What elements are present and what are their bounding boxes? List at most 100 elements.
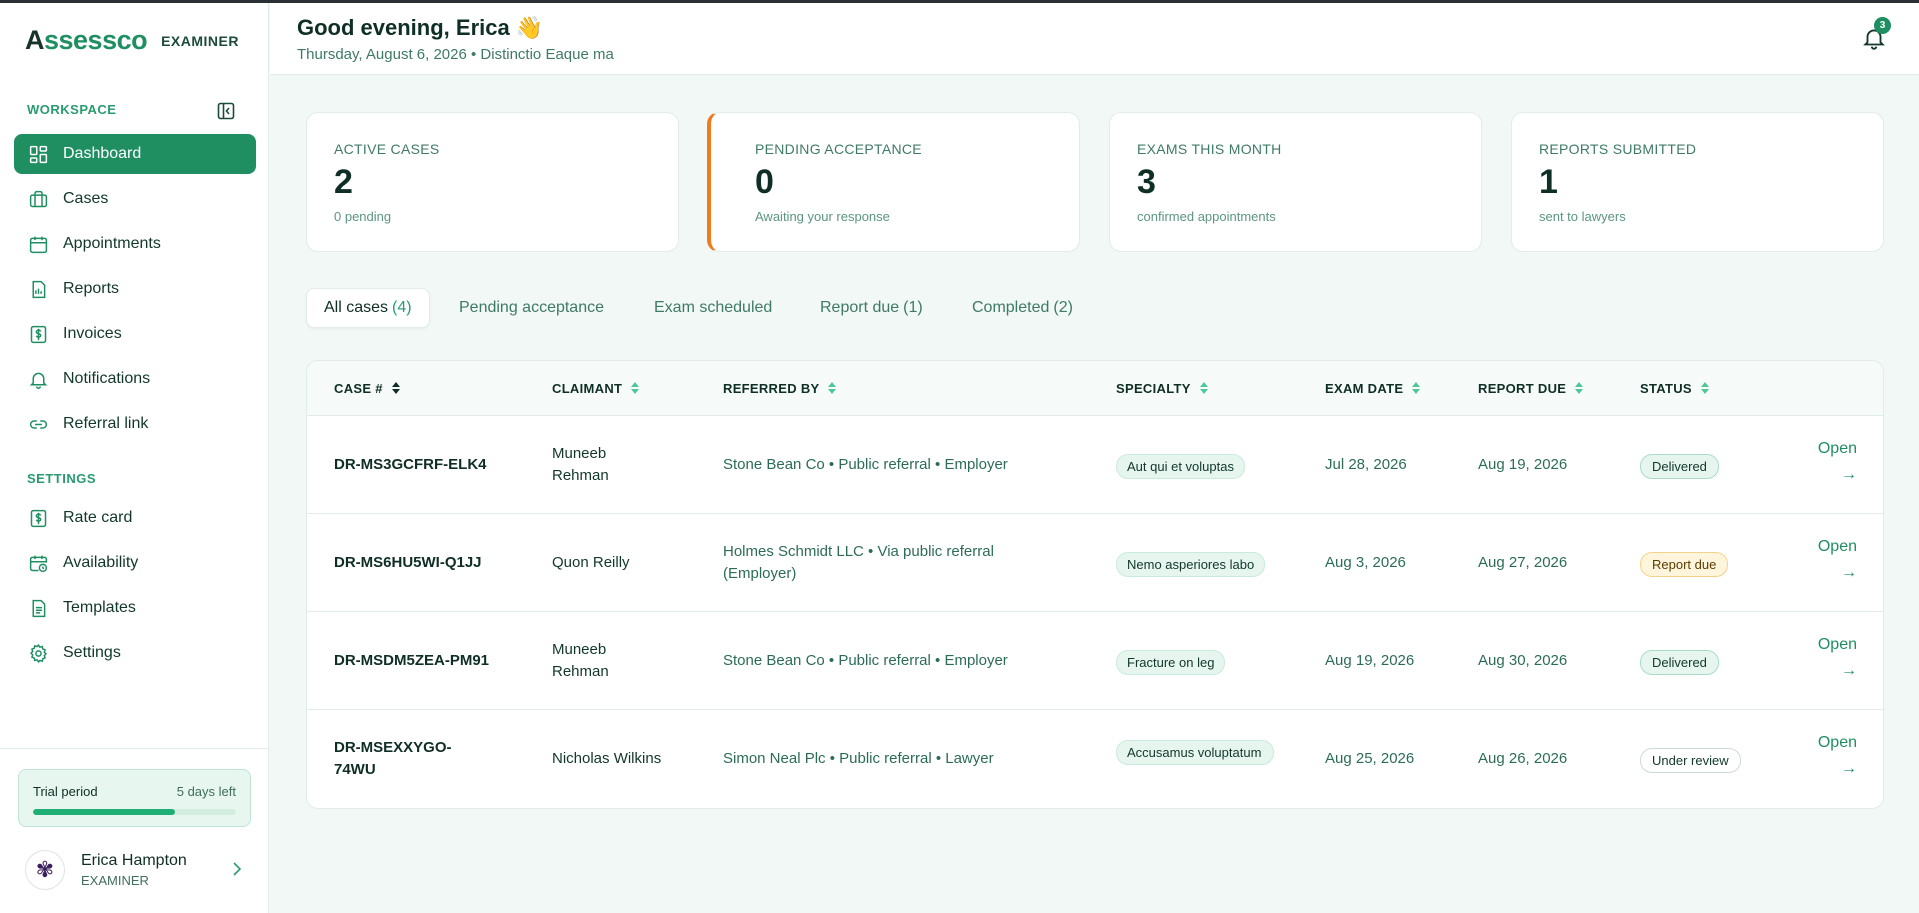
table-row[interactable]: DR-MSEXXYGO-74WU Nicholas Wilkins Simon … bbox=[307, 710, 1883, 808]
stat-subtext: confirmed appointments bbox=[1137, 209, 1276, 224]
sidebar-item-label: Rate card bbox=[63, 509, 133, 526]
report-due-date: Aug 26, 2026 bbox=[1478, 750, 1568, 767]
sort-icon bbox=[828, 382, 837, 394]
tab-label: All cases bbox=[324, 299, 389, 316]
user-profile[interactable]: ✾ Erica Hampton EXAMINER bbox=[25, 848, 245, 892]
sort-icon bbox=[631, 382, 640, 394]
sort-icon bbox=[1199, 382, 1208, 394]
case-number: DR-MS3GCFRF-ELK4 bbox=[334, 456, 487, 473]
gear-icon bbox=[27, 642, 49, 664]
sidebar-item-reports[interactable]: Reports bbox=[14, 269, 256, 309]
trial-label: Trial period bbox=[33, 784, 98, 799]
sidebar-item-label: Reports bbox=[63, 280, 120, 297]
invoice-icon bbox=[27, 323, 49, 345]
link-icon bbox=[27, 413, 49, 435]
sidebar-item-dashboard[interactable]: Dashboard bbox=[14, 134, 256, 174]
open-case-link[interactable]: Open → bbox=[1818, 636, 1857, 680]
tab-all-cases[interactable]: All cases (4) bbox=[306, 288, 430, 328]
referred-by: Simon Neal Plc • Public referral • Lawye… bbox=[723, 750, 994, 767]
table-row[interactable]: DR-MSDM5ZEA-PM91 Muneeb Rehman Stone Bea… bbox=[307, 612, 1883, 710]
sidebar-item-notifications[interactable]: Notifications bbox=[14, 359, 256, 399]
sidebar-item-availability[interactable]: Availability bbox=[14, 543, 256, 583]
specialty-badge: Fracture on leg bbox=[1116, 650, 1226, 675]
table-row[interactable]: DR-MS6HU5WI-Q1JJ Quon Reilly Holmes Schm… bbox=[307, 514, 1883, 612]
case-number: DR-MS6HU5WI-Q1JJ bbox=[334, 554, 482, 571]
referred-by: Stone Bean Co • Public referral • Employ… bbox=[723, 456, 1008, 473]
stat-subtext: 0 pending bbox=[334, 209, 392, 224]
sidebar-item-label: Settings bbox=[63, 644, 121, 661]
sidebar-item-referral-link[interactable]: Referral link bbox=[14, 404, 256, 444]
brand[interactable]: Assessco EXAMINER bbox=[25, 25, 239, 56]
settings-section-label: SETTINGS bbox=[27, 471, 97, 486]
arrow-right-icon: → bbox=[1841, 466, 1857, 483]
bell-icon bbox=[27, 368, 49, 390]
stat-label: REPORTS SUBMITTED bbox=[1539, 141, 1697, 157]
column-header-referred-by[interactable]: REFERRED BY bbox=[723, 380, 837, 396]
sidebar-item-label: Notifications bbox=[63, 370, 151, 387]
open-case-link[interactable]: Open → bbox=[1818, 734, 1857, 778]
notification-count-badge: 3 bbox=[1874, 17, 1891, 34]
column-header-claimant[interactable]: CLAIMANT bbox=[552, 380, 640, 396]
open-label: Open bbox=[1817, 734, 1857, 751]
stat-label: EXAMS THIS MONTH bbox=[1137, 141, 1282, 157]
column-header-case[interactable]: CASE # bbox=[334, 380, 401, 396]
open-case-link[interactable]: Open → bbox=[1818, 538, 1857, 582]
table-row[interactable]: DR-MS3GCFRF-ELK4 Muneeb Rehman Stone Bea… bbox=[307, 416, 1883, 514]
stat-card-reports-submitted[interactable]: REPORTS SUBMITTED 1 sent to lawyers bbox=[1511, 112, 1884, 252]
calendar-clock-icon bbox=[27, 552, 49, 574]
sidebar-item-invoices[interactable]: Invoices bbox=[14, 314, 256, 354]
sort-icon bbox=[1575, 382, 1584, 394]
tab-label: Completed bbox=[972, 299, 1050, 316]
rate-card-icon bbox=[27, 507, 49, 529]
tab-exam-scheduled[interactable]: Exam scheduled bbox=[637, 288, 789, 328]
status-badge: Report due bbox=[1640, 552, 1729, 577]
stat-value: 3 bbox=[1137, 163, 1156, 201]
sidebar-item-label: Availability bbox=[63, 554, 139, 571]
trial-progress-fill bbox=[33, 809, 176, 815]
user-role: EXAMINER bbox=[81, 873, 149, 888]
stat-card-active-cases[interactable]: ACTIVE CASES 2 0 pending bbox=[306, 112, 679, 252]
trial-period-card[interactable]: Trial period 5 days left bbox=[18, 769, 251, 827]
tab-completed[interactable]: Completed (2) bbox=[955, 288, 1090, 328]
column-header-report-due[interactable]: REPORT DUE bbox=[1478, 380, 1584, 396]
briefcase-icon bbox=[27, 188, 49, 210]
sidebar-item-label: Dashboard bbox=[63, 145, 142, 162]
status-badge: Under review bbox=[1640, 748, 1741, 773]
tab-label: Pending acceptance bbox=[459, 299, 604, 316]
brand-role-label: EXAMINER bbox=[161, 32, 239, 49]
stat-card-pending-acceptance[interactable]: PENDING ACCEPTANCE 0 Awaiting your respo… bbox=[707, 112, 1080, 252]
open-label: Open bbox=[1817, 440, 1857, 457]
claimant-name: Muneeb Rehman bbox=[552, 445, 609, 484]
tab-label: Report due bbox=[820, 299, 900, 316]
stat-label: ACTIVE CASES bbox=[334, 141, 440, 157]
status-badge: Delivered bbox=[1640, 454, 1719, 479]
exam-date: Aug 25, 2026 bbox=[1325, 750, 1415, 767]
open-label: Open bbox=[1817, 538, 1857, 555]
column-header-specialty[interactable]: SPECIALTY bbox=[1116, 380, 1209, 396]
collapse-sidebar-icon[interactable] bbox=[216, 101, 236, 121]
sidebar-item-label: Appointments bbox=[63, 235, 161, 252]
column-header-exam-date[interactable]: EXAM DATE bbox=[1325, 380, 1421, 396]
page-title: Good evening, Erica 👋 bbox=[297, 15, 544, 40]
column-header-status[interactable]: STATUS bbox=[1640, 380, 1710, 396]
open-case-link[interactable]: Open → bbox=[1818, 440, 1857, 484]
exam-date: Aug 3, 2026 bbox=[1325, 554, 1406, 571]
sidebar-item-cases[interactable]: Cases bbox=[14, 179, 256, 219]
stat-label: PENDING ACCEPTANCE bbox=[755, 141, 922, 157]
tab-pending-acceptance[interactable]: Pending acceptance bbox=[442, 288, 621, 328]
tab-count: (4) bbox=[392, 299, 412, 316]
report-due-date: Aug 30, 2026 bbox=[1478, 652, 1568, 669]
sidebar-item-label: Invoices bbox=[63, 325, 122, 342]
sidebar-item-settings[interactable]: Settings bbox=[14, 633, 256, 673]
case-number: DR-MSDM5ZEA-PM91 bbox=[334, 652, 490, 669]
case-number: DR-MSEXXYGO-74WU bbox=[334, 739, 452, 778]
stat-card-exams-this-month[interactable]: EXAMS THIS MONTH 3 confirmed appointment… bbox=[1109, 112, 1482, 252]
sidebar-item-templates[interactable]: Templates bbox=[14, 588, 256, 628]
tab-report-due[interactable]: Report due (1) bbox=[803, 288, 940, 328]
sidebar-item-appointments[interactable]: Appointments bbox=[14, 224, 256, 264]
sidebar-item-rate-card[interactable]: Rate card bbox=[14, 498, 256, 538]
arrow-right-icon: → bbox=[1841, 564, 1857, 581]
sidebar-item-label: Templates bbox=[63, 599, 136, 616]
stat-value: 1 bbox=[1539, 163, 1558, 201]
tab-count: (1) bbox=[903, 299, 923, 316]
